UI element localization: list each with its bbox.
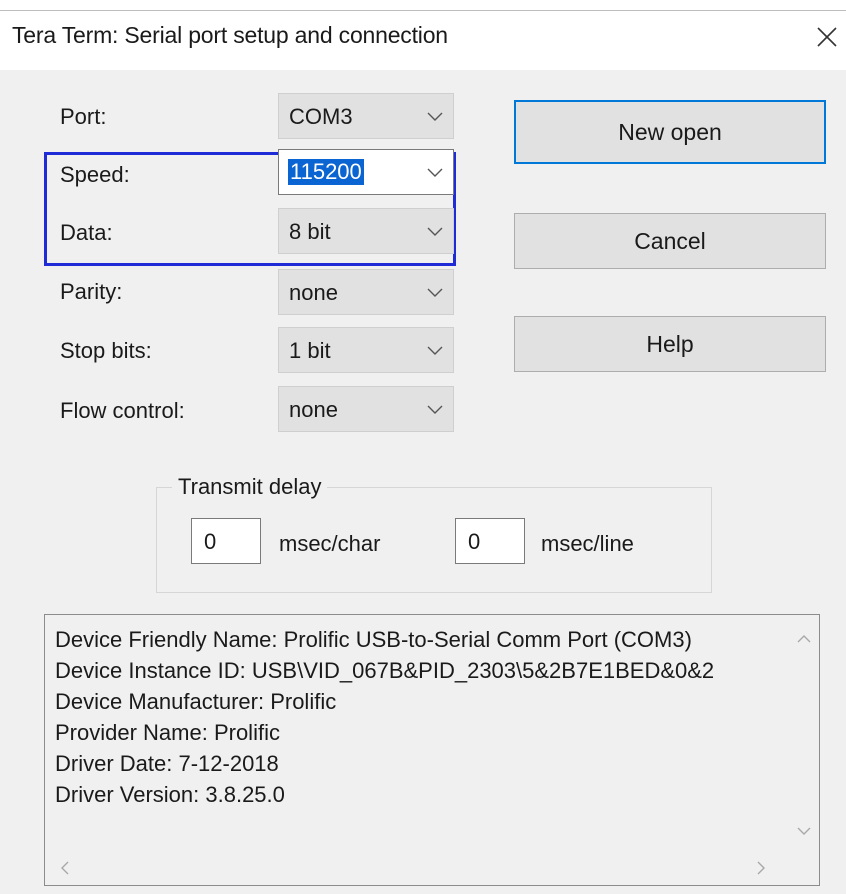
msec-line-unit: msec/line [541,531,634,556]
scroll-down-icon[interactable] [796,823,812,839]
data-bits-value: 8 bit [289,219,331,244]
stop-bits-select[interactable]: 1 bit [278,327,454,373]
speed-label: Speed: [60,162,130,187]
close-icon [817,27,837,47]
parity-select[interactable]: none [278,269,454,315]
msec-char-unit: msec/char [279,531,381,556]
chevron-down-icon [427,112,443,121]
device-friendly-name: Device Friendly Name: Prolific USB-to-Se… [55,627,692,652]
parity-label: Parity: [60,279,123,304]
transmit-delay-title: Transmit delay [172,474,328,500]
dialog-body: Port: COM3 Speed: 115200 Data: 8 bit Par… [0,70,846,894]
window-title: Tera Term: Serial port setup and connect… [12,22,448,48]
chevron-down-icon [427,227,443,236]
vertical-scrollbar[interactable] [789,615,819,851]
driver-date: Driver Date: 7-12-2018 [55,751,279,776]
parity-value: none [289,280,338,305]
data-bits-select[interactable]: 8 bit [278,208,454,254]
flow-control-label: Flow control: [60,398,185,423]
speed-value[interactable]: 115200 [288,159,364,185]
device-manufacturer: Device Manufacturer: Prolific [55,689,337,714]
port-label: Port: [60,104,107,129]
msec-char-input[interactable]: 0 [191,518,261,564]
window-top-edge [0,10,846,11]
provider-name: Provider Name: Prolific [55,720,280,745]
driver-version: Driver Version: 3.8.25.0 [55,782,285,807]
scroll-left-icon[interactable] [57,860,73,876]
speed-select[interactable]: 115200 [278,149,454,195]
chevron-down-icon [427,346,443,355]
flow-control-value: none [289,397,338,422]
close-button[interactable] [810,18,842,54]
device-instance-id: Device Instance ID: USB\VID_067B&PID_230… [55,658,715,683]
scroll-up-icon[interactable] [796,631,812,647]
title-bar: Tera Term: Serial port setup and connect… [0,0,846,70]
stop-bits-label: Stop bits: [60,338,152,363]
msec-line-input[interactable]: 0 [455,518,525,564]
chevron-down-icon [427,288,443,297]
new-open-button[interactable]: New open [514,100,826,164]
stop-bits-value: 1 bit [289,338,331,363]
scroll-right-icon[interactable] [753,860,769,876]
data-label: Data: [60,220,113,245]
port-value: COM3 [289,104,353,129]
chevron-down-icon [427,168,443,177]
cancel-button[interactable]: Cancel [514,213,826,269]
help-button[interactable]: Help [514,316,826,372]
flow-control-select[interactable]: none [278,386,454,432]
chevron-down-icon [427,405,443,414]
port-select[interactable]: COM3 [278,93,454,139]
horizontal-scrollbar[interactable] [45,851,789,885]
device-info-box[interactable]: Device Friendly Name: Prolific USB-to-Se… [44,614,820,886]
